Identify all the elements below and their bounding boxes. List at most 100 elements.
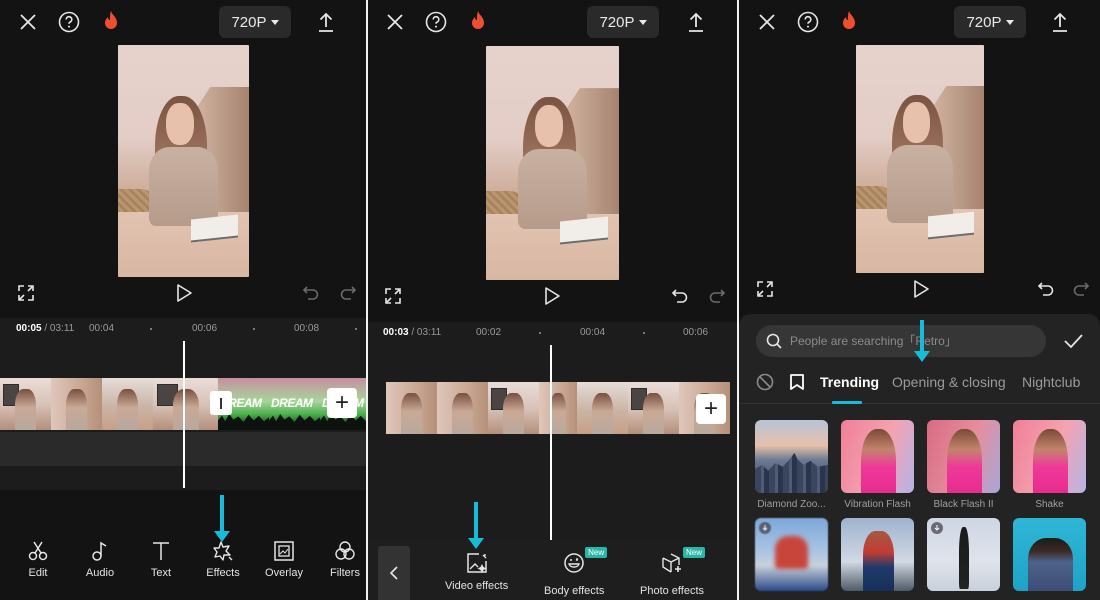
- text-icon: [153, 542, 169, 560]
- resolution-label: 720P: [966, 13, 1002, 31]
- help-icon[interactable]: [57, 10, 81, 34]
- clip-thumbnail: [539, 382, 577, 434]
- clip-thumbnail: [102, 378, 153, 430]
- fullscreen-icon[interactable]: [382, 285, 404, 307]
- play-icon[interactable]: [910, 278, 932, 300]
- tool-text[interactable]: Text: [131, 540, 191, 579]
- effect-card[interactable]: [1013, 518, 1086, 591]
- tool-effects[interactable]: Effects: [193, 540, 253, 579]
- effects-grid: Diamond Zoo... Vibration Flash Black Fla…: [755, 420, 1095, 591]
- export-icon[interactable]: [684, 10, 708, 34]
- video-preview[interactable]: [486, 46, 619, 280]
- add-clip-button[interactable]: +: [696, 394, 726, 424]
- fullscreen-icon[interactable]: [754, 278, 776, 300]
- chevron-left-icon: [389, 566, 398, 580]
- current-time: 00:03: [383, 327, 409, 338]
- total-time: 03:11: [49, 323, 75, 334]
- current-time: 00:05: [16, 323, 42, 334]
- time-ruler: 00:05 / 03:11 00:04 00:06 00:08: [0, 318, 366, 340]
- close-icon[interactable]: [16, 10, 40, 34]
- tab-nightclub[interactable]: Nightclub: [1022, 374, 1080, 390]
- editor-panel-video-effects: 720P Trend: [739, 0, 1100, 600]
- fullscreen-icon[interactable]: [15, 282, 37, 304]
- video-track[interactable]: [386, 382, 730, 434]
- flame-icon[interactable]: [837, 10, 861, 34]
- help-icon[interactable]: [424, 10, 448, 34]
- play-icon[interactable]: [173, 282, 195, 304]
- effect-card[interactable]: Diamond Zoo...: [755, 420, 828, 510]
- caret-down-icon: [638, 20, 647, 25]
- video-effects-button[interactable]: Video effects: [445, 552, 508, 592]
- photo-effects-button[interactable]: New Photo effects: [640, 547, 705, 597]
- effect-card[interactable]: [755, 518, 828, 591]
- timeline[interactable]: 00:03 / 03:11 00:02 00:04 00:06 +: [368, 322, 737, 541]
- active-tab-indicator: [832, 401, 862, 404]
- category-tabs: Trending Opening & closing Nightclub: [739, 368, 1100, 404]
- filters-icon: [335, 541, 355, 560]
- video-preview[interactable]: [118, 45, 249, 277]
- ruler-dot: [253, 328, 255, 330]
- effect-card[interactable]: [927, 518, 1000, 591]
- redo-icon[interactable]: [1070, 278, 1092, 300]
- bookmark-icon[interactable]: [789, 373, 805, 394]
- resolution-dropdown[interactable]: 720P: [219, 6, 291, 38]
- effect-card[interactable]: Vibration Flash: [841, 420, 914, 510]
- effects-search[interactable]: [756, 325, 1046, 357]
- clip-thumbnail: [488, 382, 539, 434]
- back-button[interactable]: [378, 546, 410, 600]
- new-badge: New: [585, 547, 608, 558]
- none-effect-icon[interactable]: [756, 373, 774, 394]
- tool-filters[interactable]: Filters: [315, 540, 366, 579]
- ruler-tick: 00:04: [89, 323, 115, 334]
- playhead[interactable]: [183, 341, 185, 488]
- redo-icon[interactable]: [337, 282, 359, 304]
- ruler-dot: [643, 332, 645, 334]
- photo-effects-icon: [662, 553, 681, 573]
- effect-card[interactable]: Shake: [1013, 420, 1086, 510]
- time-readout: 00:05 / 03:11: [16, 323, 75, 334]
- tool-edit[interactable]: Edit: [8, 540, 68, 579]
- resolution-dropdown[interactable]: 720P: [587, 6, 659, 38]
- export-icon[interactable]: [1048, 10, 1072, 34]
- undo-icon[interactable]: [300, 282, 322, 304]
- resolution-dropdown[interactable]: 720P: [954, 6, 1026, 38]
- help-icon[interactable]: [796, 10, 820, 34]
- tool-audio[interactable]: Audio: [70, 540, 130, 579]
- ruler-tick: 00:06: [683, 327, 709, 338]
- undo-icon[interactable]: [669, 285, 691, 307]
- flame-icon[interactable]: [466, 10, 490, 34]
- effect-thumbnail: [755, 420, 828, 493]
- confirm-button[interactable]: [1062, 330, 1084, 352]
- play-icon[interactable]: [541, 285, 563, 307]
- redo-icon[interactable]: [706, 285, 728, 307]
- body-effects-icon-wrap: New: [563, 547, 608, 579]
- tab-opening-closing[interactable]: Opening & closing: [892, 374, 1006, 390]
- ruler-dot: [355, 328, 357, 330]
- export-icon[interactable]: [314, 10, 338, 34]
- clip-thumbnail-dream: DREAM: [269, 378, 320, 430]
- ruler-tick: 00:08: [294, 323, 320, 334]
- close-icon[interactable]: [755, 10, 779, 34]
- tool-overlay[interactable]: Overlay: [254, 540, 314, 579]
- caret-down-icon: [1005, 20, 1014, 25]
- editor-panel-main: 720P 00:05 / 03:11 00:04 00:06 00:08 DRE…: [0, 0, 366, 600]
- timeline[interactable]: 00:05 / 03:11 00:04 00:06 00:08 DREAM DR…: [0, 318, 366, 490]
- clip-thumbnail: [577, 382, 628, 434]
- search-input[interactable]: [790, 334, 1030, 348]
- top-bar: 720P: [739, 0, 1100, 46]
- effect-card[interactable]: Black Flash II: [927, 420, 1000, 510]
- close-icon[interactable]: [383, 10, 407, 34]
- video-preview[interactable]: [856, 45, 984, 273]
- tab-trending[interactable]: Trending: [820, 374, 879, 390]
- effects-star-icon: [213, 541, 233, 561]
- body-effects-button[interactable]: New Body effects: [544, 547, 608, 597]
- playhead[interactable]: [550, 345, 552, 541]
- flame-icon[interactable]: [99, 10, 123, 34]
- scissors-icon: [28, 541, 48, 561]
- undo-icon[interactable]: [1035, 278, 1057, 300]
- effect-card[interactable]: [841, 518, 914, 591]
- transition-button[interactable]: [210, 391, 232, 415]
- annotation-arrow: [468, 502, 484, 549]
- effect-thumbnail: [755, 518, 828, 591]
- add-clip-button[interactable]: +: [327, 388, 357, 418]
